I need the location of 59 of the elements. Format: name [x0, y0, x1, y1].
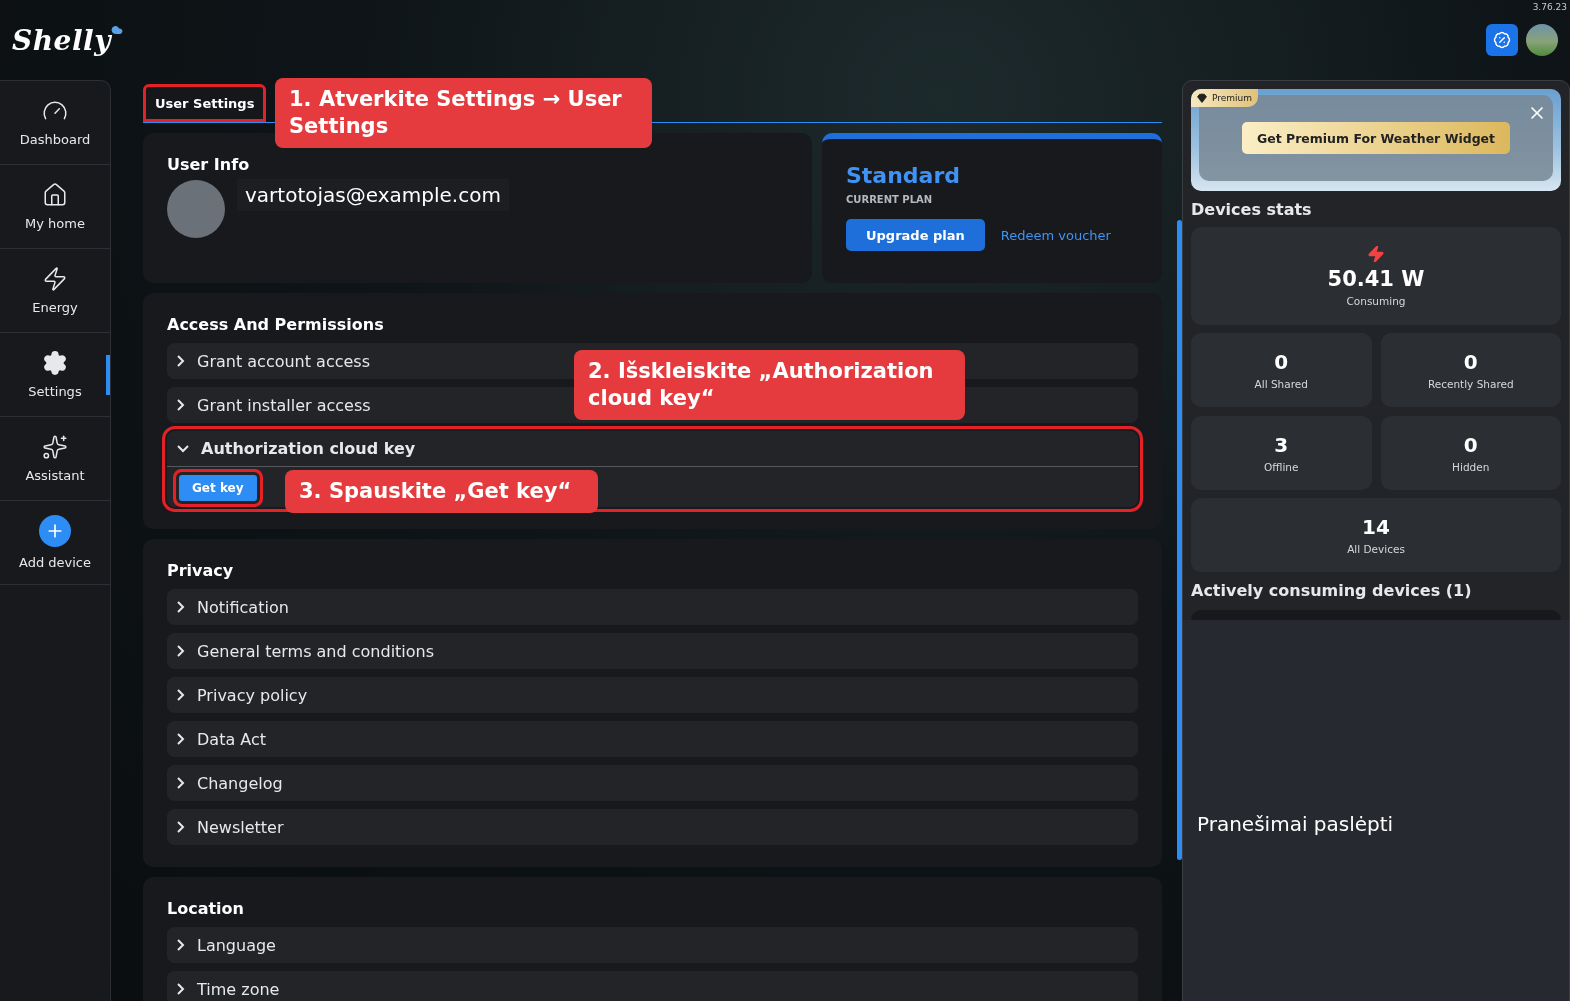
stat-value: 14 [1362, 515, 1390, 539]
sidebar-item[interactable]: My home [0, 165, 110, 249]
get-premium-button[interactable]: Get Premium For Weather Widget [1241, 122, 1511, 154]
discount-button[interactable] [1486, 24, 1518, 56]
profile-avatar[interactable] [1526, 24, 1558, 56]
stat-value: 3 [1274, 433, 1289, 457]
redeem-voucher-link[interactable]: Redeem voucher [1000, 227, 1111, 243]
panel-title: Devices stats [1191, 200, 1313, 219]
notice-text: Pranešimai paslėpti [1197, 812, 1394, 836]
user-email: vartotojas@example.com [237, 179, 509, 211]
sidebar-item[interactable]: Dashboard [0, 81, 110, 165]
sidebar-item[interactable]: Energy [0, 249, 110, 333]
chevron-right-icon [177, 601, 185, 613]
chevron-right-icon [177, 939, 185, 951]
chevron-right-icon [177, 645, 185, 657]
sparkles-icon [42, 434, 68, 460]
settings-icon [42, 350, 68, 376]
sidebar-item[interactable]: Assistant [0, 417, 110, 501]
stat-label: Recently Shared [1427, 378, 1514, 390]
shelly-logo: Shelly [12, 23, 123, 57]
annotation-callout: 2. Išskleiskite „Authorization cloud key“ [574, 350, 965, 420]
plan-caption: CURRENT PLAN [846, 194, 934, 205]
house-icon [42, 182, 68, 208]
chevron-right-icon [177, 777, 185, 789]
add-icon [39, 515, 71, 547]
stat-label: Hidden [1452, 461, 1490, 473]
stat-label: Offline [1264, 461, 1299, 473]
tab[interactable]: User Settings [143, 84, 267, 122]
stat-label: All Devices [1347, 543, 1405, 555]
card-title: User Info [167, 155, 251, 174]
annotation-callout: 1. Atverkite Settings → User Settings [275, 78, 652, 148]
lightning-icon [42, 266, 68, 292]
plan-name: Standard [846, 163, 962, 188]
chevron-down-icon [177, 444, 189, 453]
sidebar-item[interactable]: Add device [0, 501, 110, 585]
premium-badge: Premium [1191, 89, 1259, 107]
section-title: Privacy [167, 561, 235, 580]
percent-badge-icon [1493, 31, 1511, 49]
stat-value: 0 [1274, 350, 1289, 374]
chevron-right-icon [177, 689, 185, 701]
stat-label: Consuming [1346, 295, 1406, 307]
section-title: Location [167, 899, 245, 918]
stat-label: All Shared [1254, 378, 1308, 390]
chevron-right-icon [177, 355, 185, 367]
stat-value: 0 [1463, 433, 1478, 457]
panel-title: Actively consuming devices (1) [1191, 581, 1473, 600]
chevron-right-icon [177, 733, 185, 745]
sidebar-item[interactable]: Settings [0, 333, 110, 417]
upgrade-plan-button[interactable]: Upgrade plan [846, 219, 985, 251]
lightning-icon [1367, 245, 1385, 263]
chevron-right-icon [177, 983, 185, 995]
chevron-right-icon [177, 399, 185, 411]
annotation-callout: 3. Spauskite „Get key“ [285, 470, 598, 513]
scrollbar[interactable] [1177, 220, 1182, 860]
chevron-right-icon [177, 821, 185, 833]
stat-value: 0 [1463, 350, 1478, 374]
section-title: Access And Permissions [167, 315, 385, 334]
stat-value: 50.41 W [1327, 267, 1425, 291]
version-label: 3.76.23 [1532, 2, 1567, 12]
